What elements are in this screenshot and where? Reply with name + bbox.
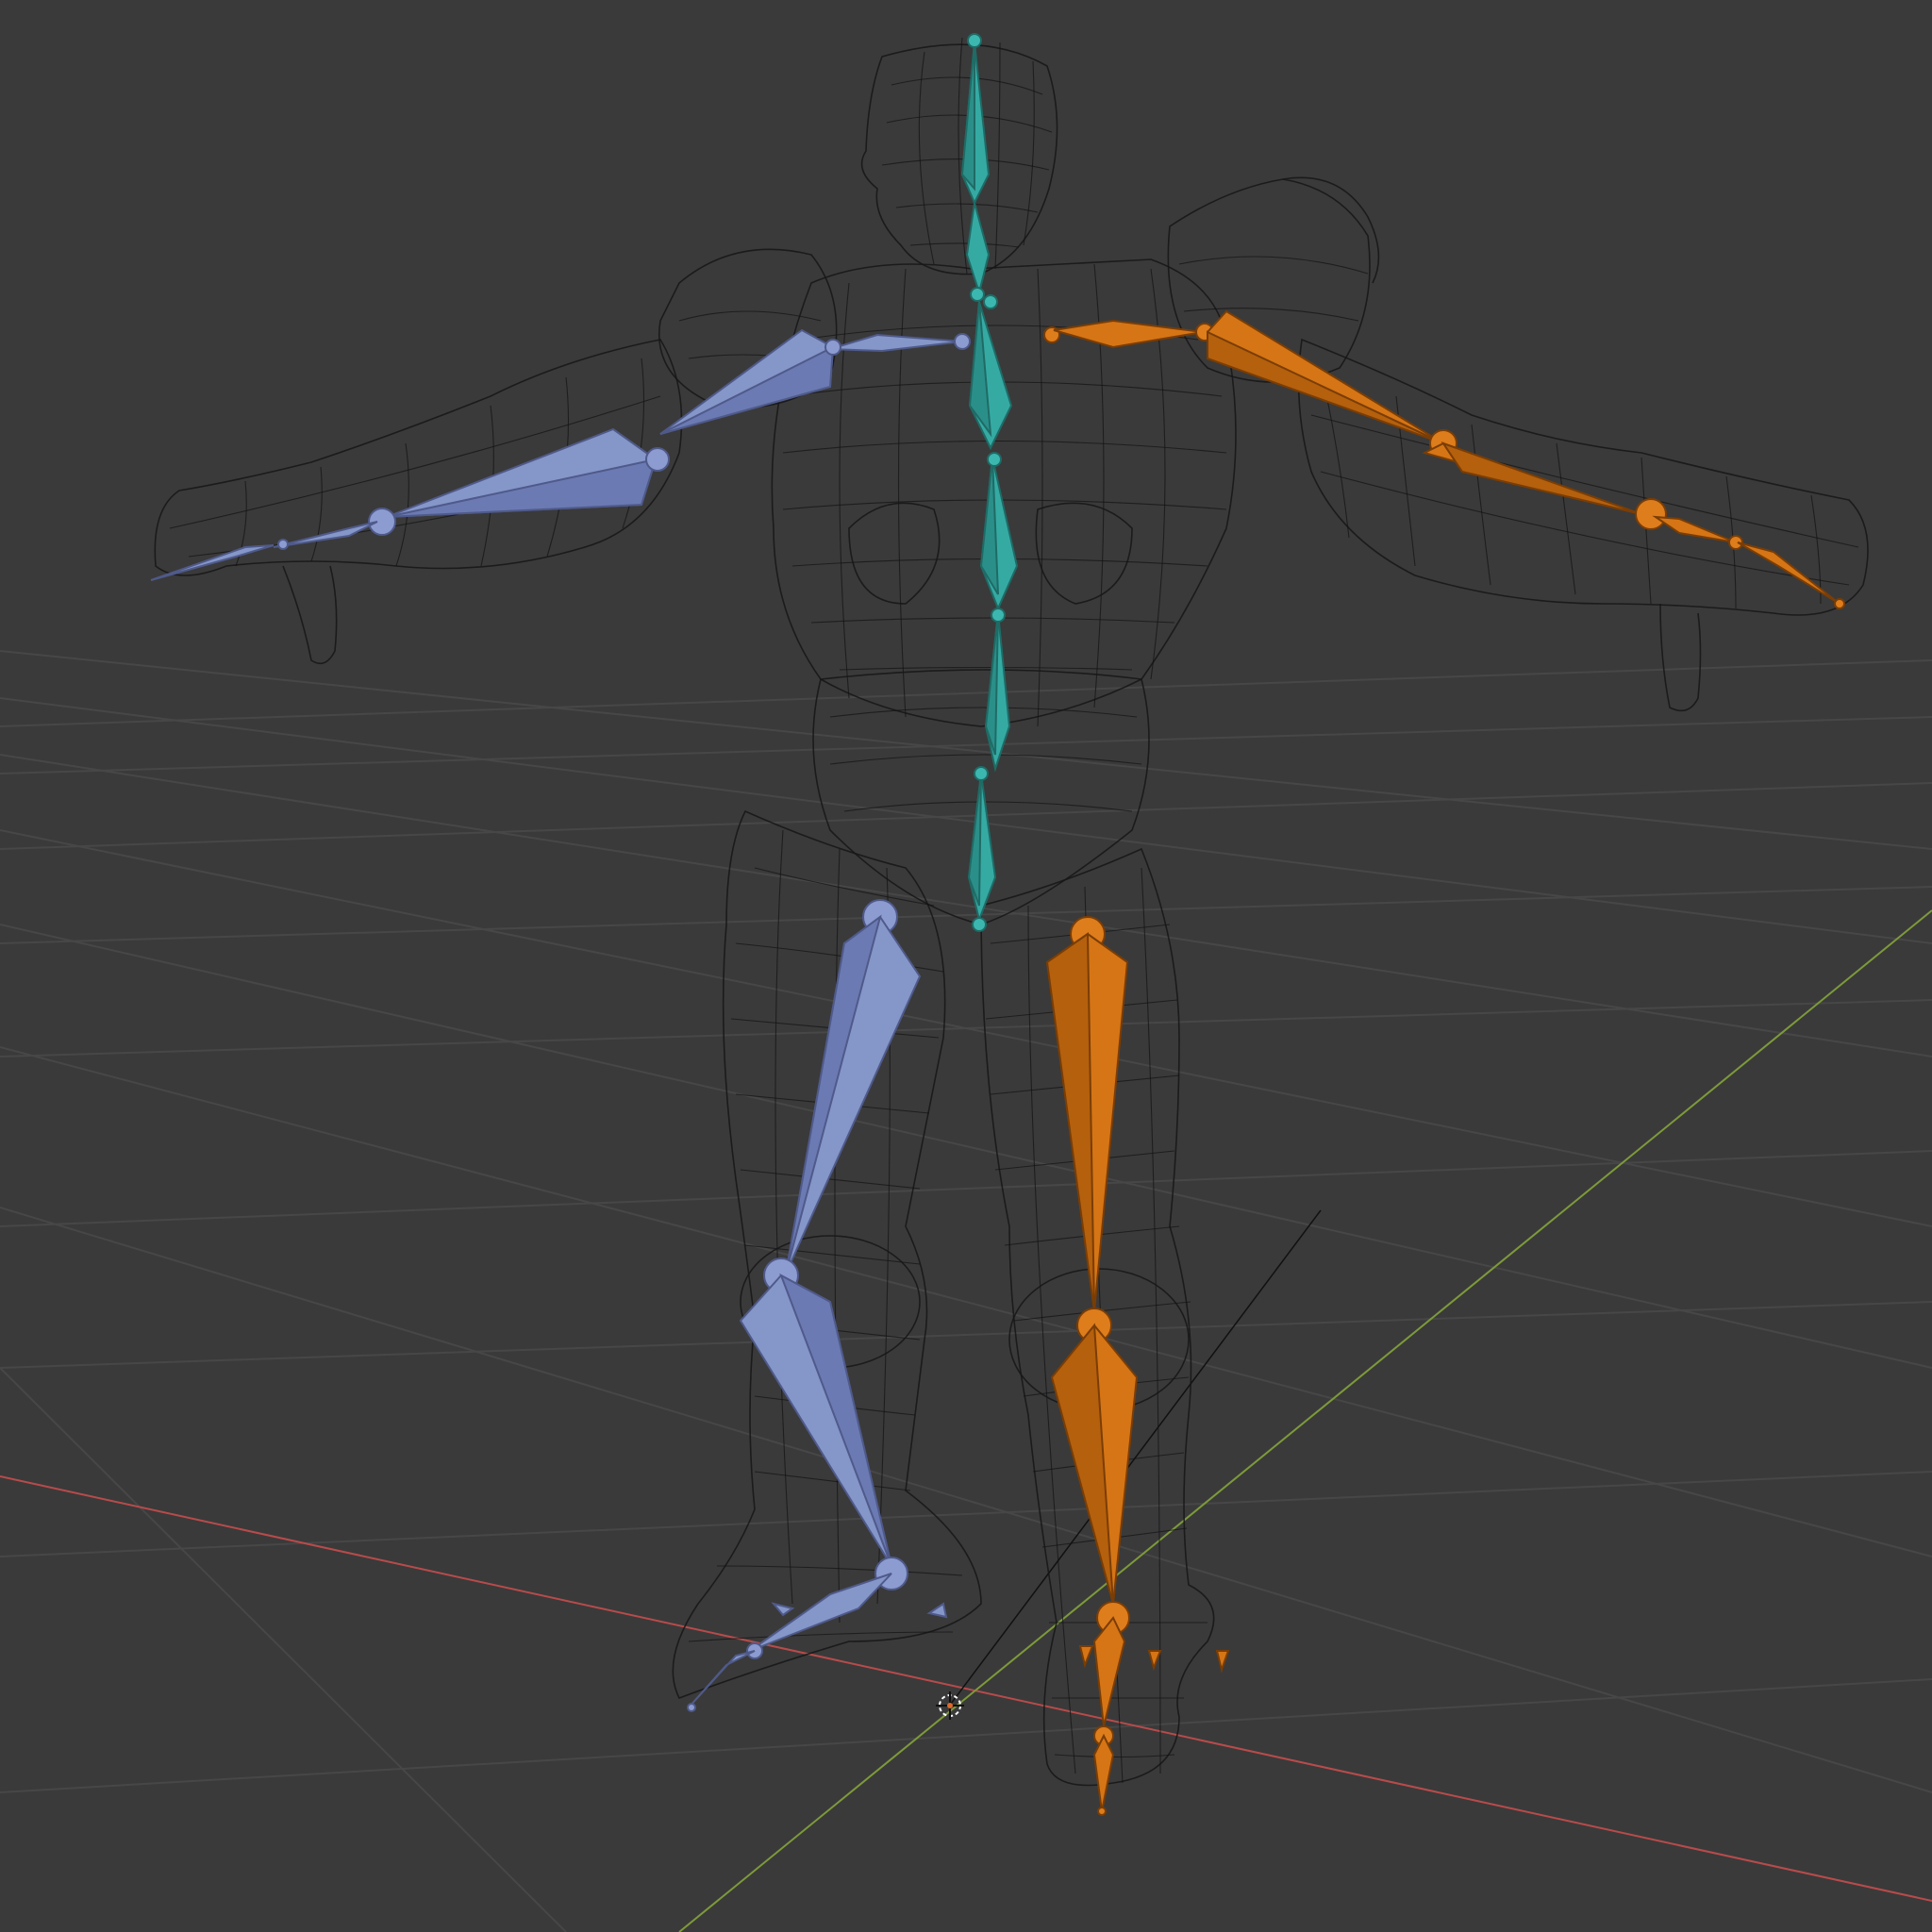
floor-grid [0, 650, 1932, 1932]
right-leg-bone-chain[interactable] [1045, 916, 1230, 1816]
left-leg-bone-chain[interactable] [687, 899, 948, 1712]
viewport-scene[interactable] [0, 0, 1932, 1932]
spine-bone-chain[interactable] [960, 33, 1019, 932]
character-wireframe-mesh[interactable] [154, 37, 1869, 1787]
3d-cursor-icon[interactable] [936, 1691, 964, 1720]
3d-viewport[interactable] [0, 0, 1932, 1932]
x-axis-line [0, 1475, 1932, 1902]
left-arm-bone-chain[interactable] [150, 328, 971, 581]
